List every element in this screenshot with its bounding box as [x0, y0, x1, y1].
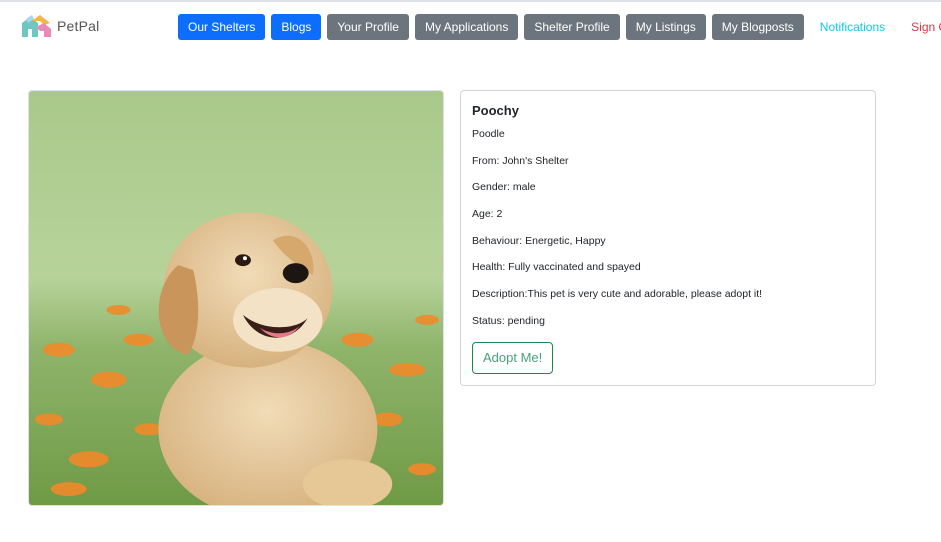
pet-info-card: Poochy Poodle From: John's Shelter Gende…: [460, 90, 876, 386]
top-border: [0, 0, 941, 2]
pet-from: From: John's Shelter: [472, 154, 569, 167]
nav-your-profile-button[interactable]: Your Profile: [327, 14, 409, 40]
pet-description: Description:This pet is very cute and ad…: [472, 288, 763, 301]
nav-our-shelters-button[interactable]: Our Shelters: [178, 14, 266, 40]
pet-breed: Poodle: [472, 128, 505, 140]
pet-name: Poochy: [472, 103, 519, 118]
nav-sign-out-button[interactable]: Sign Out: [901, 14, 941, 40]
top-nav: Our Shelters Blogs Your Profile My Appli…: [178, 14, 941, 40]
nav-shelter-profile-button[interactable]: Shelter Profile: [524, 14, 620, 40]
nav-my-applications-button[interactable]: My Applications: [414, 14, 519, 40]
pet-behaviour: Behaviour: Energetic, Happy: [472, 234, 606, 247]
pet-status: Status: pending: [472, 314, 545, 327]
pet-photo: [28, 90, 444, 506]
pet-gender: Gender: male: [472, 181, 536, 194]
brand-name: PetPal: [57, 18, 100, 34]
pet-age: Age: 2: [472, 208, 503, 221]
nav-my-blogposts-button[interactable]: My Blogposts: [711, 14, 804, 40]
brand[interactable]: PetPal: [20, 13, 99, 39]
adopt-me-button[interactable]: Adopt Me!: [472, 341, 554, 374]
petpal-logo-icon: [22, 15, 51, 37]
nav-blogs-button[interactable]: Blogs: [271, 14, 322, 40]
nav-notifications-button[interactable]: Notifications: [809, 14, 896, 40]
pet-health: Health: Fully vaccinated and spayed: [472, 261, 641, 274]
nav-my-listings-button[interactable]: My Listings: [625, 14, 706, 40]
